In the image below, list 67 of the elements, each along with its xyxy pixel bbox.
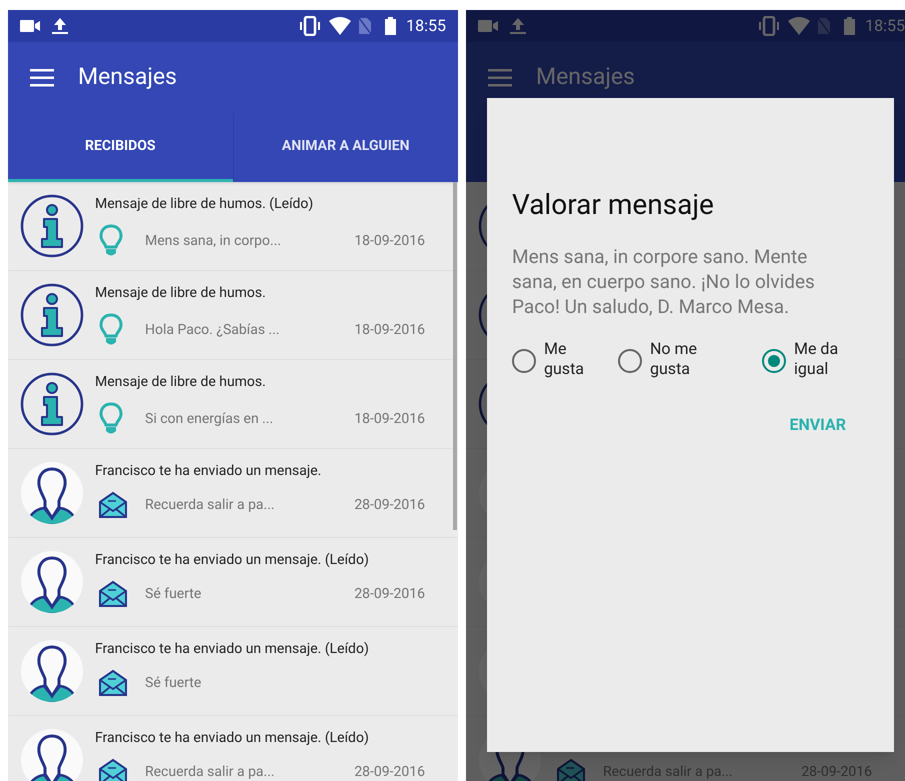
dialog-message: Mens sana, in corpore sano. Mente sana, en cuerpo sano. ¡No lo olvides Paco! Un saludo, D. Marco Mesa. (512, 244, 816, 319)
message-title: Francisco te ha enviado un mensaje. (95, 462, 322, 481)
radio-option[interactable]: No me gusta (618, 339, 708, 379)
screen-title: Mensajes (536, 62, 635, 92)
envelope-icon (98, 758, 128, 781)
list-item[interactable]: Francisco te ha enviado un mensaje. (Leído) Sé fuerte (8, 627, 458, 716)
no-sim-icon (818, 18, 830, 34)
no-sim-icon (359, 18, 372, 34)
envelope-icon (556, 758, 586, 781)
info-icon (20, 283, 84, 347)
scrollbar[interactable] (453, 182, 457, 530)
tab[interactable]: ANIMAR A ALGUIEN (232, 113, 458, 182)
envelope-icon (98, 669, 128, 697)
radio-option[interactable]: Me gusta (512, 339, 602, 379)
list-item[interactable]: Francisco te ha enviado un mensaje. (Leído) Sé fuerte 28-09-2016 (8, 538, 458, 627)
person-icon (20, 728, 84, 781)
wifi-icon (329, 17, 352, 35)
vibrate-icon (299, 16, 322, 36)
lightbulb-icon (98, 313, 124, 347)
message-preview: Mens sana, in corpo... (145, 232, 282, 250)
upload-icon (52, 17, 68, 35)
message-preview: Si con energías en ... (145, 410, 274, 428)
message-preview: Recuerda salir a pa... (145, 496, 276, 514)
message-title: Mensaje de libre de humos. (95, 373, 267, 392)
message-date: 28-09-2016 (354, 584, 425, 604)
video-camera-icon (20, 20, 40, 32)
video-camera-icon (478, 20, 498, 32)
list-item[interactable]: Francisco te ha enviado un mensaje. Recuerda salir a pa... 28-09-2016 (8, 449, 458, 538)
message-date: 18-09-2016 (354, 320, 425, 340)
dialog-title: Valorar mensaje (512, 187, 715, 223)
message-date: 18-09-2016 (354, 232, 425, 250)
message-preview: Hola Paco. ¿Sabías ... (145, 320, 281, 340)
list-item[interactable]: Mensaje de libre de humos. (Leído) Mens sana, in corpo... 18-09-2016 (8, 182, 458, 271)
message-date: 28-09-2016 (354, 762, 425, 781)
envelope-icon (98, 491, 128, 519)
message-title: Francisco te ha enviado un mensaje. (Leído) (95, 551, 370, 570)
menu-icon[interactable] (30, 68, 54, 86)
message-preview: Recuerda salir a pa... (145, 762, 276, 781)
person-icon (20, 461, 84, 525)
lightbulb-icon (98, 224, 124, 258)
info-icon (20, 194, 84, 258)
person-icon (20, 639, 84, 703)
list-item[interactable]: Francisco te ha enviado un mensaje. (Leído) Recuerda salir a pa... 28-09-2016 (8, 716, 458, 781)
tab[interactable]: RECIBIDOS (8, 113, 232, 182)
message-preview: Sé fuerte (145, 584, 202, 604)
battery-icon (385, 17, 396, 35)
list-item[interactable]: Mensaje de libre de humos. Hola Paco. ¿Sabías ... 18-09-2016 (8, 271, 458, 360)
screen-title: Mensajes (78, 62, 177, 92)
message-title: Francisco te ha enviado un mensaje. (Leído) (95, 729, 370, 748)
list-item[interactable]: Mensaje de libre de humos. Si con energías en ... 18-09-2016 (8, 360, 458, 449)
clock-time: 18:55 (406, 15, 446, 37)
battery-icon (844, 17, 856, 35)
message-title: Mensaje de libre de humos. (Leído) (95, 195, 314, 214)
radio-option[interactable]: Me da igual (762, 339, 852, 379)
vibrate-icon (758, 16, 780, 36)
message-date: 18-09-2016 (354, 410, 425, 428)
message-date: 28-09-2016 (354, 496, 425, 514)
lightbulb-icon (98, 402, 124, 436)
envelope-icon (98, 580, 128, 608)
message-title: Francisco te ha enviado un mensaje. (Leído) (95, 640, 370, 659)
upload-icon (510, 17, 526, 35)
clock-time: 18:55 (865, 15, 905, 37)
message-preview: Sé fuerte (145, 674, 202, 692)
info-icon (20, 372, 84, 436)
person-icon (20, 550, 84, 614)
wifi-icon (788, 17, 810, 35)
message-title: Mensaje de libre de humos. (95, 284, 267, 303)
